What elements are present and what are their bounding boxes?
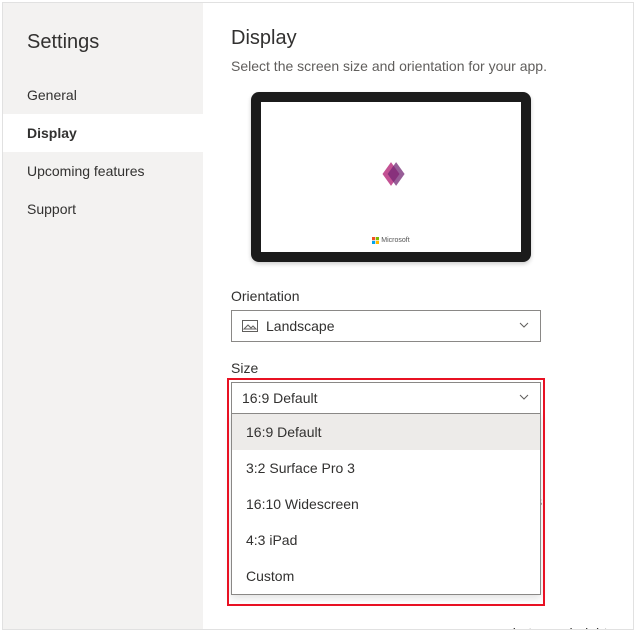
microsoft-brand: Microsoft bbox=[372, 237, 409, 244]
sidebar-title: Settings bbox=[3, 23, 203, 76]
sidebar-item-display[interactable]: Display bbox=[3, 114, 203, 152]
orientation-label: Orientation bbox=[231, 288, 605, 304]
chevron-down-icon bbox=[518, 390, 530, 406]
size-dropdown-list: 16:9 Default 3:2 Surface Pro 3 16:10 Wid… bbox=[231, 414, 541, 595]
size-control: 16:9 Default 16:9 Default 3:2 Surface Pr… bbox=[231, 382, 605, 595]
size-option-3-2-surface-pro-3[interactable]: 3:2 Surface Pro 3 bbox=[232, 450, 540, 486]
size-dropdown[interactable]: 16:9 Default bbox=[231, 382, 541, 414]
chevron-down-icon bbox=[518, 318, 530, 334]
settings-sidebar: Settings General Display Upcoming featur… bbox=[3, 3, 203, 629]
page-title: Display bbox=[231, 27, 605, 50]
background-text-fragment: Locking this automatically maintains the… bbox=[231, 625, 613, 629]
size-option-custom[interactable]: Custom bbox=[232, 558, 540, 594]
size-option-16-10-widescreen[interactable]: 16:10 Widescreen bbox=[232, 486, 540, 522]
size-value: 16:9 Default bbox=[242, 390, 318, 406]
orientation-value: Landscape bbox=[266, 318, 335, 334]
size-option-16-9-default[interactable]: 16:9 Default bbox=[232, 414, 540, 450]
sidebar-item-upcoming-features[interactable]: Upcoming features bbox=[3, 152, 203, 190]
device-screen: Microsoft bbox=[261, 102, 521, 252]
microsoft-logo-icon bbox=[372, 237, 379, 244]
orientation-dropdown[interactable]: Landscape bbox=[231, 310, 541, 342]
sidebar-item-support[interactable]: Support bbox=[3, 190, 203, 228]
microsoft-brand-text: Microsoft bbox=[381, 237, 409, 244]
size-label: Size bbox=[231, 360, 605, 376]
page-description: Select the screen size and orientation f… bbox=[231, 58, 605, 74]
size-option-4-3-ipad[interactable]: 4:3 iPad bbox=[232, 522, 540, 558]
device-preview: Microsoft bbox=[251, 92, 531, 262]
powerapps-logo-icon bbox=[374, 157, 408, 191]
display-panel: Display Select the screen size and orien… bbox=[203, 3, 633, 629]
settings-dialog: Settings General Display Upcoming featur… bbox=[2, 2, 634, 630]
landscape-icon bbox=[242, 320, 258, 332]
sidebar-item-general[interactable]: General bbox=[3, 76, 203, 114]
